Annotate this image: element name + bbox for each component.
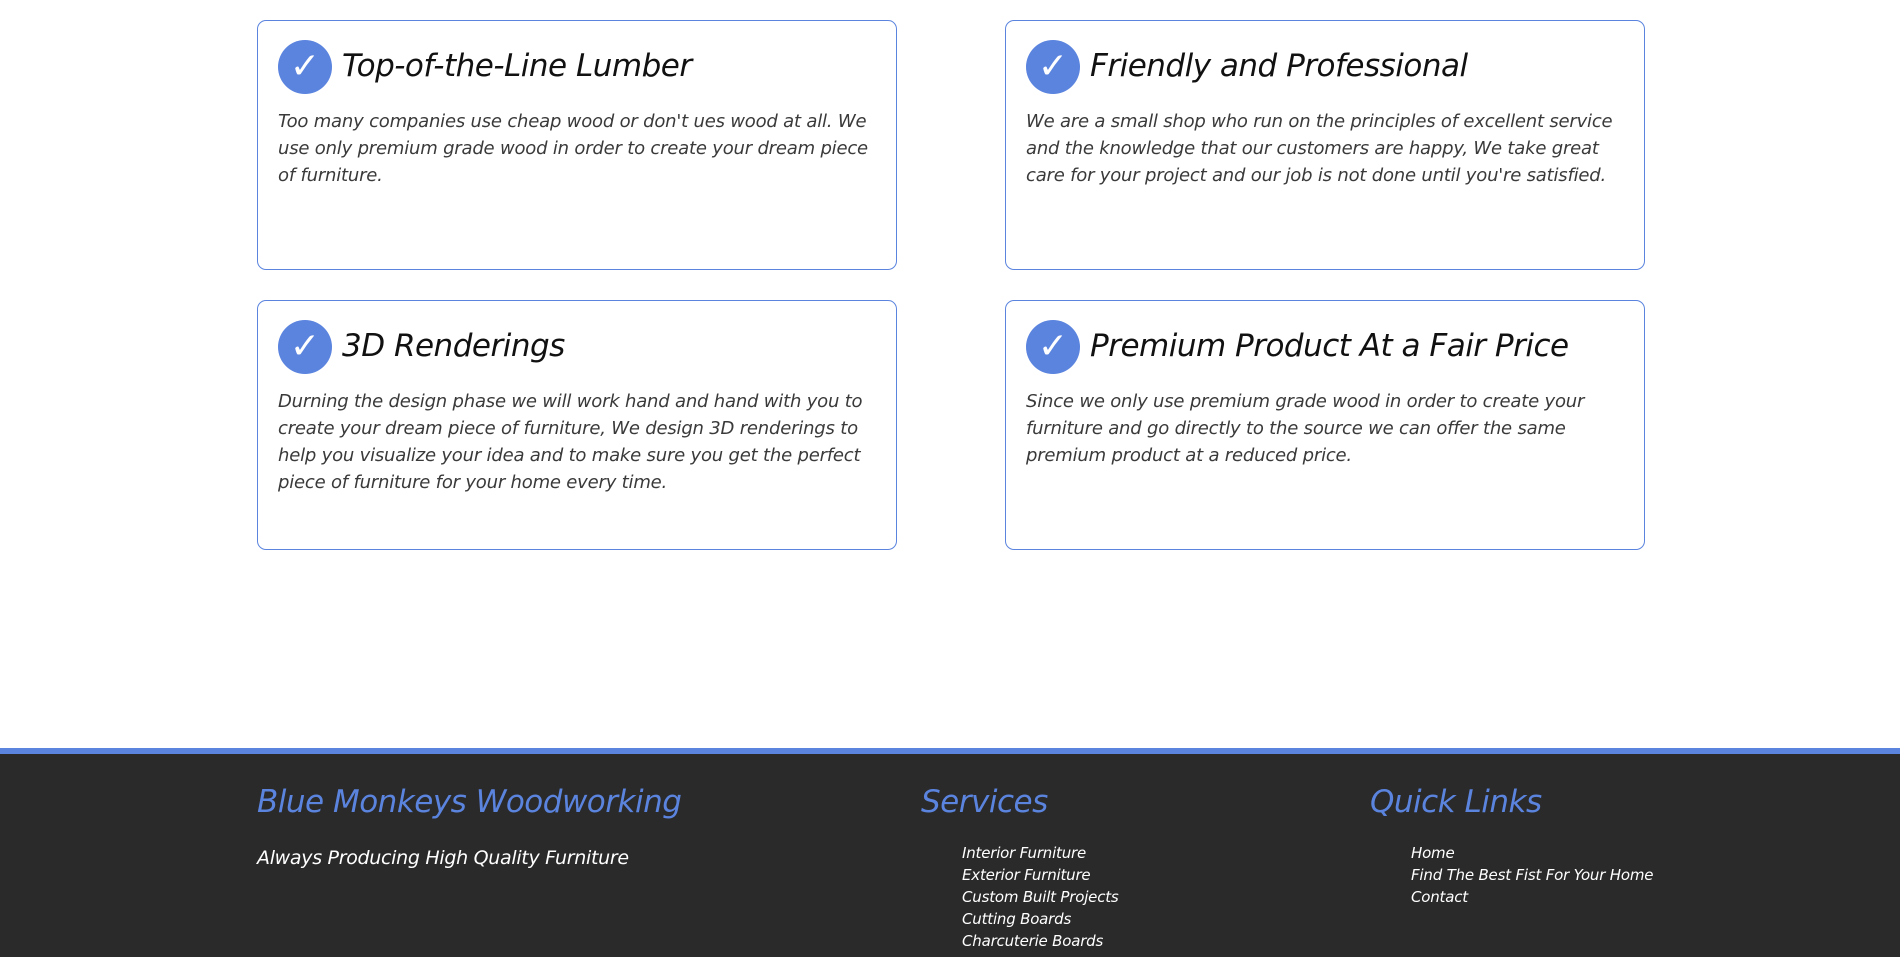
quick-link-home[interactable]: Home [1411, 842, 1653, 864]
site-footer: Blue Monkeys Woodworking Always Producin… [0, 748, 1900, 957]
footer-service-item[interactable]: Custom Built Projects [962, 886, 1119, 908]
feature-description: Since we only use premium grade wood in … [1026, 391, 1585, 466]
footer-services-title: Services [921, 784, 1048, 820]
footer-service-item[interactable]: Cutting Boards [962, 908, 1119, 930]
footer-quick-links-list: Home Find The Best Fist For Your Home Co… [1411, 842, 1653, 908]
check-icon: ✓ [1026, 40, 1080, 94]
footer-service-item[interactable]: Interior Furniture [962, 842, 1119, 864]
footer-quick-links-title: Quick Links [1370, 784, 1542, 820]
feature-title: 3D Renderings [342, 328, 565, 364]
feature-title: Top-of-the-Line Lumber [342, 48, 692, 84]
footer-tagline: Always Producing High Quality Furniture [257, 847, 629, 869]
feature-card-premium: ✓ Premium Product At a Fair Price Since … [1005, 300, 1645, 550]
feature-card-friendly: ✓ Friendly and Professional We are a sma… [1005, 20, 1645, 270]
footer-service-item[interactable]: Exterior Furniture [962, 864, 1119, 886]
feature-card-renderings: ✓ 3D Renderings Durning the design phase… [257, 300, 897, 550]
feature-description: Too many companies use cheap wood or don… [278, 111, 868, 186]
quick-link-find-best-fit[interactable]: Find The Best Fist For Your Home [1411, 864, 1653, 886]
footer-services-list: Interior Furniture Exterior Furniture Cu… [962, 842, 1119, 952]
footer-service-item[interactable]: Charcuterie Boards [962, 930, 1119, 952]
feature-description: Durning the design phase we will work ha… [278, 391, 863, 493]
page: ✓ Top-of-the-Line Lumber Too many compan… [0, 0, 1900, 957]
check-icon: ✓ [1026, 320, 1080, 374]
quick-link-contact[interactable]: Contact [1411, 886, 1653, 908]
footer-brand-title: Blue Monkeys Woodworking [257, 784, 682, 820]
check-icon: ✓ [278, 320, 332, 374]
feature-card-lumber: ✓ Top-of-the-Line Lumber Too many compan… [257, 20, 897, 270]
feature-title: Friendly and Professional [1090, 48, 1468, 84]
check-icon: ✓ [278, 40, 332, 94]
feature-description: We are a small shop who run on the princ… [1026, 111, 1613, 186]
feature-title: Premium Product At a Fair Price [1090, 328, 1569, 364]
